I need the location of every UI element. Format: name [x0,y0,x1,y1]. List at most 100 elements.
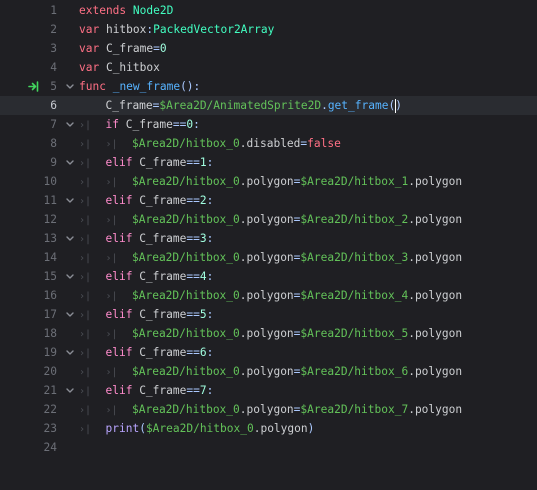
code-content[interactable]: ›| ›| $Area2D/hitbox_0.polygon=$Area2D/hit… [79,210,462,230]
code-token: C_frame [132,308,187,321]
code-token: extends [79,4,127,17]
line-number: 15 [43,270,57,283]
code-line[interactable]: 18 ›| ›| $Area2D/hitbox_0.polygon=$Area2D/h… [0,324,537,343]
line-number: 24 [43,441,57,454]
line-number: 3 [50,42,57,55]
code-token: 4 [199,270,207,283]
code-line[interactable]: 2 var hitbox:PackedVector2Array [0,20,537,39]
code-token: $Area2D/hitbox_0 [132,289,240,302]
code-content[interactable]: ›| elif C_frame==3: [79,229,213,249]
code-content[interactable]: ›| elif C_frame==7: [79,381,213,401]
code-content[interactable]: ›| ›| $Area2D/hitbox_0.polygon=$Area2D/hit… [79,172,462,192]
code-editor[interactable]: 1 extends Node2D 2 var hitbox:PackedVector2… [0,1,537,490]
code-line[interactable]: 22 ›| ›| $Area2D/hitbox_0.polygon=$Area2D/h… [0,400,537,419]
tab-indent-icon: ›| [79,158,92,169]
code-token: C_frame [132,346,187,359]
code-content[interactable]: ›| elif C_frame==5: [79,305,213,325]
code-content[interactable]: func _new_frame(): [79,77,200,96]
line-number: 8 [50,137,57,150]
code-line[interactable]: 8 ›| ›| $Area2D/hitbox_0.disabled=false [0,134,537,153]
fold-chevron-icon[interactable] [64,191,76,210]
code-token: C_frame [105,99,153,112]
code-content[interactable]: ›| ›| $Area2D/hitbox_0.disabled=false [79,134,341,154]
line-number: 21 [43,384,57,397]
code-content[interactable]: ›| elif C_frame==2: [79,191,213,211]
tab-indent-icon: ›| [79,196,92,207]
tab-indent-icon: ›| [79,367,92,378]
code-content[interactable]: ›| ›| $Area2D/hitbox_0.polygon=$Area2D/hit… [79,362,462,382]
code-content[interactable]: ›| if C_frame==0: [79,115,200,135]
code-token: : [206,384,214,397]
code-line[interactable]: 3 var C_frame=0 [0,39,537,58]
code-line[interactable]: 6 C_frame=$Area2D/AnimatedSprite2D.get_fr… [0,96,537,115]
code-token: $Area2D/hitbox_7 [300,403,409,416]
code-content[interactable]: ›| ›| $Area2D/hitbox_0.polygon=$Area2D/hit… [79,286,462,306]
code-token: : [206,194,214,207]
fold-chevron-icon[interactable] [64,305,76,324]
tab-indent-icon: ›| [79,253,92,264]
fold-chevron-icon[interactable] [64,381,76,400]
code-line[interactable]: 1 extends Node2D [0,1,537,20]
code-content[interactable]: C_frame=$Area2D/AnimatedSprite2D.get_fra… [79,96,402,115]
code-token: (): [180,80,201,93]
code-line[interactable]: 19 ›| elif C_frame==6: [0,343,537,362]
code-content[interactable]: ›| ›| $Area2D/hitbox_0.polygon=$Area2D/hit… [79,248,462,268]
tab-indent-icon: ›| [79,291,92,302]
code-line[interactable]: 11 ›| elif C_frame==2: [0,191,537,210]
code-line[interactable]: 9 ›| elif C_frame==1: [0,153,537,172]
code-token: : [206,232,214,245]
code-line[interactable]: 12 ›| ›| $Area2D/hitbox_0.polygon=$Area2D/h… [0,210,537,229]
code-token: get_frame [327,99,389,112]
code-token: $Area2D/hitbox_4 [300,289,409,302]
code-token: _new_frame [112,80,181,93]
code-content[interactable]: ›| ›| $Area2D/hitbox_0.polygon=$Area2D/hit… [79,400,462,420]
code-content[interactable]: ›| ›| $Area2D/hitbox_0.polygon=$Area2D/hit… [79,324,462,344]
code-line[interactable]: 20 ›| ›| $Area2D/hitbox_0.polygon=$Area2D/h… [0,362,537,381]
code-token: elif [105,270,133,283]
tab-indent-icon: ›| [79,424,92,435]
code-line[interactable]: 10 ›| ›| $Area2D/hitbox_0.polygon=$Area2D/h… [0,172,537,191]
code-token: == [186,384,200,397]
code-token: .polygon [253,422,308,435]
code-content[interactable]: ›| elif C_frame==4: [79,267,213,287]
code-token: 1 [199,156,207,169]
code-token: : [206,346,214,359]
code-token: .polygon [408,403,463,416]
tab-indent-icon: ›| [79,215,92,226]
code-token: ( [139,422,146,435]
code-token: hitbox [99,23,147,36]
code-content[interactable]: var C_hitbox [79,58,160,77]
line-number: 6 [50,99,57,112]
fold-chevron-icon[interactable] [64,153,76,172]
code-line[interactable]: 24 [0,438,537,457]
code-line[interactable]: 7 ›| if C_frame==0: [0,115,537,134]
code-line[interactable]: 4 var C_hitbox [0,58,537,77]
code-content[interactable]: extends Node2D [79,1,173,20]
code-token: $Area2D/hitbox_1 [300,175,409,188]
code-content[interactable]: ›| print($Area2D/hitbox_0.polygon) [79,419,314,439]
fold-chevron-icon[interactable] [64,77,76,96]
code-line[interactable]: 15 ›| elif C_frame==4: [0,267,537,286]
code-token: .polygon [239,403,294,416]
code-token: 7 [199,384,207,397]
code-token: $Area2D/hitbox_0 [132,137,240,150]
fold-chevron-icon[interactable] [64,115,76,134]
fold-chevron-icon[interactable] [64,267,76,286]
line-number: 9 [50,156,57,169]
code-token: elif [105,308,133,321]
fold-chevron-icon[interactable] [64,229,76,248]
code-line[interactable]: 14 ›| ›| $Area2D/hitbox_0.polygon=$Area2D/h… [0,248,537,267]
code-line[interactable]: 5 func _new_frame(): [0,77,537,96]
code-content[interactable]: var hitbox:PackedVector2Array [79,20,274,39]
code-line[interactable]: 16 ›| ›| $Area2D/hitbox_0.polygon=$Area2D/h… [0,286,537,305]
code-content[interactable]: ›| elif C_frame==6: [79,343,213,363]
code-line[interactable]: 17 ›| elif C_frame==5: [0,305,537,324]
fold-chevron-icon[interactable] [64,343,76,362]
code-line[interactable]: 13 ›| elif C_frame==3: [0,229,537,248]
code-content[interactable]: var C_frame=0 [79,39,167,58]
code-token: $Area2D/hitbox_2 [300,213,409,226]
code-line[interactable]: 23 ›| print($Area2D/hitbox_0.polygon) [0,419,537,438]
code-content[interactable]: ›| elif C_frame==1: [79,153,213,173]
code-line[interactable]: 21 ›| elif C_frame==7: [0,381,537,400]
